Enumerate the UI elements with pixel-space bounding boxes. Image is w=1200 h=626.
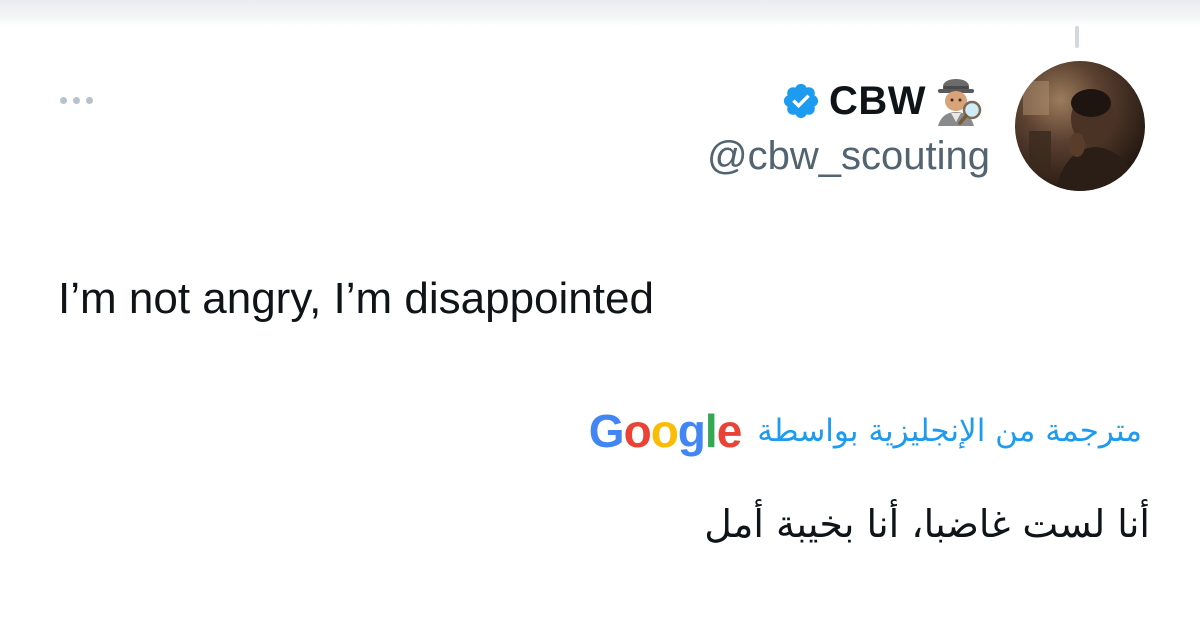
- author-name-row[interactable]: CBW: [781, 76, 984, 126]
- detective-emoji-icon: [934, 76, 984, 126]
- more-options-icon[interactable]: [60, 88, 104, 112]
- google-logo-letter: e: [716, 405, 743, 457]
- more-dot: [60, 96, 67, 104]
- verified-badge-icon: [781, 81, 821, 121]
- google-logo-letter: o: [650, 405, 679, 457]
- google-logo-letter: G: [588, 405, 625, 457]
- translation-attribution: Google مترجمة من الإنجليزية بواسطة: [589, 404, 1142, 458]
- translated-tweet-text: أنا لست غاضبا، أنا بخيبة أمل: [704, 502, 1150, 546]
- google-logo-letter: o: [623, 405, 652, 457]
- previous-tweet-edge: [0, 0, 1200, 26]
- avatar[interactable]: [1015, 61, 1145, 191]
- author-handle[interactable]: @cbw_scouting: [707, 134, 990, 179]
- display-name: CBW: [828, 78, 926, 123]
- google-logo-letter: l: [704, 405, 718, 457]
- google-logo-letter: g: [677, 405, 706, 457]
- more-dot: [73, 96, 80, 104]
- more-dot: [86, 96, 93, 104]
- translated-by-label[interactable]: مترجمة من الإنجليزية بواسطة: [757, 413, 1142, 449]
- tweet-text: I’m not angry, I’m disappointed: [58, 274, 654, 323]
- thread-connector-line: [1075, 26, 1079, 48]
- avatar-photo: [1015, 61, 1145, 191]
- google-logo-icon[interactable]: Google: [588, 404, 743, 458]
